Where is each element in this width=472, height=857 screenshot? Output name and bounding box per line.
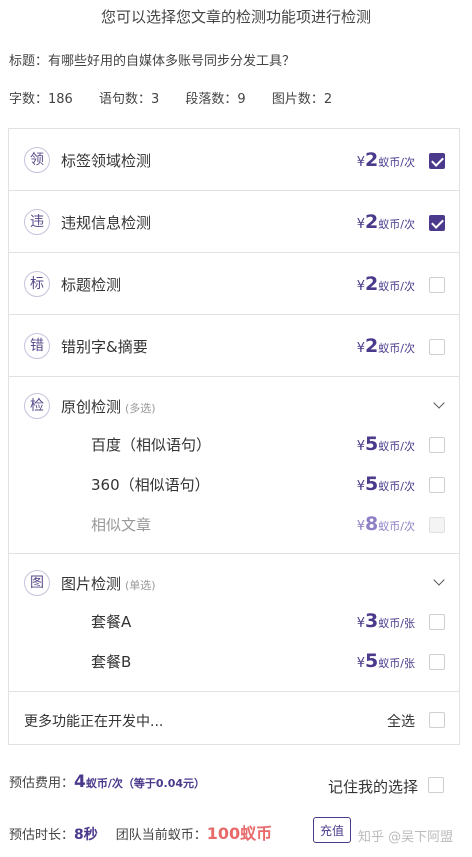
sub-option-checkbox[interactable] <box>429 477 445 493</box>
option-violation[interactable]: 违 违规信息检测 ¥2蚁币/次 <box>9 191 459 253</box>
image-count: 图片数：2 <box>271 92 333 107</box>
word-count: 字数：186 <box>9 92 73 107</box>
option-price: ¥2蚁币/次 <box>356 273 415 295</box>
sentence-count: 语句数：3 <box>98 92 160 107</box>
cost-value: 4 <box>74 772 86 792</box>
single-select-tag: (单选) <box>125 579 156 592</box>
title-check-icon: 标 <box>24 271 50 297</box>
option-checkbox[interactable] <box>429 277 445 293</box>
sub-option-similar-article: 相似文章 <box>91 516 152 534</box>
check-options-panel: 领 标签领域检测 ¥2蚁币/次 违 违规信息检测 ¥2蚁币/次 标 标题检测 ¥… <box>8 128 460 745</box>
more-features-row: 更多功能正在开发中... 全选 <box>9 692 459 748</box>
option-price: ¥5蚁币/次 <box>356 473 415 495</box>
chevron-down-icon[interactable] <box>433 574 445 586</box>
time-value: 8秒 <box>74 827 98 843</box>
team-coins-value: 100蚁币 <box>206 824 273 843</box>
sub-option-checkbox <box>429 517 445 533</box>
more-features-label: 更多功能正在开发中... <box>24 714 164 730</box>
option-tag-domain[interactable]: 领 标签领域检测 ¥2蚁币/次 <box>9 129 459 191</box>
sub-option-baidu[interactable]: 百度（相似语句） <box>91 434 211 455</box>
original-check-icon: 检 <box>24 393 50 419</box>
article-stats: 字数：186 语句数：3 段落数：9 图片数：2 <box>9 88 354 107</box>
watermark: 知乎 @吴下阿盟 <box>358 830 454 845</box>
sub-option-checkbox[interactable] <box>429 437 445 453</box>
option-price: ¥8蚁币/次 <box>356 513 415 535</box>
remember-choice-checkbox[interactable] <box>428 777 444 793</box>
group-label: 原创检测 (多选) <box>61 398 156 416</box>
violation-icon: 违 <box>24 209 50 235</box>
cost-equivalent: （等于0.04元） <box>122 777 206 790</box>
tag-domain-icon: 领 <box>24 147 50 173</box>
group-image-check: 图 图片检测 (单选) 套餐A ¥3蚁币/张 套餐B ¥5蚁币/张 <box>9 554 459 692</box>
article-title: 标题：有哪些好用的自媒体多账号同步分发工具？ <box>9 54 296 69</box>
option-label: 标签领域检测 <box>61 152 152 170</box>
select-all-checkbox[interactable] <box>429 712 445 728</box>
sub-option-checkbox[interactable] <box>429 654 445 670</box>
chevron-down-icon[interactable] <box>433 397 445 409</box>
option-price: ¥3蚁币/张 <box>356 610 415 632</box>
sub-option-package-b[interactable]: 套餐B <box>91 651 131 672</box>
sub-option-360[interactable]: 360（相似语句） <box>91 474 210 495</box>
option-label: 违规信息检测 <box>61 214 152 232</box>
paragraph-count: 段落数：9 <box>185 92 246 107</box>
option-checkbox[interactable] <box>429 215 445 231</box>
group-original-check: 检 原创检测 (多选) 百度（相似语句） ¥5蚁币/次 360（相似语句） ¥5蚁… <box>9 377 459 554</box>
estimated-time-and-coins: 预估时长：8秒 团队当前蚁币：100蚁币 <box>9 824 273 843</box>
recharge-button[interactable]: 充值 <box>313 817 351 843</box>
multi-select-tag: (多选) <box>125 402 156 415</box>
option-checkbox[interactable] <box>429 339 445 355</box>
group-label: 图片检测 (单选) <box>61 575 156 593</box>
estimated-cost: 预估费用：4蚁币/次（等于0.04元） <box>9 772 206 792</box>
option-price: ¥2蚁币/次 <box>356 211 415 233</box>
sub-option-checkbox[interactable] <box>429 614 445 630</box>
option-checkbox[interactable] <box>429 153 445 169</box>
remember-choice-label[interactable]: 记住我的选择 <box>328 776 418 797</box>
option-typo-summary[interactable]: 错 错别字&摘要 ¥2蚁币/次 <box>9 315 459 377</box>
option-price: ¥2蚁币/次 <box>356 149 415 171</box>
option-price: ¥2蚁币/次 <box>356 335 415 357</box>
option-label: 标题检测 <box>61 276 122 294</box>
page-title: 您可以选择您文章的检测功能项进行检测 <box>100 8 371 26</box>
option-price: ¥5蚁币/张 <box>356 650 415 672</box>
option-price: ¥5蚁币/次 <box>356 433 415 455</box>
option-label: 错别字&摘要 <box>61 338 148 356</box>
sub-option-package-a[interactable]: 套餐A <box>91 611 131 632</box>
typo-icon: 错 <box>24 333 50 359</box>
option-title-check[interactable]: 标 标题检测 ¥2蚁币/次 <box>9 253 459 315</box>
image-check-icon: 图 <box>24 570 50 596</box>
select-all-label[interactable]: 全选 <box>387 711 415 731</box>
